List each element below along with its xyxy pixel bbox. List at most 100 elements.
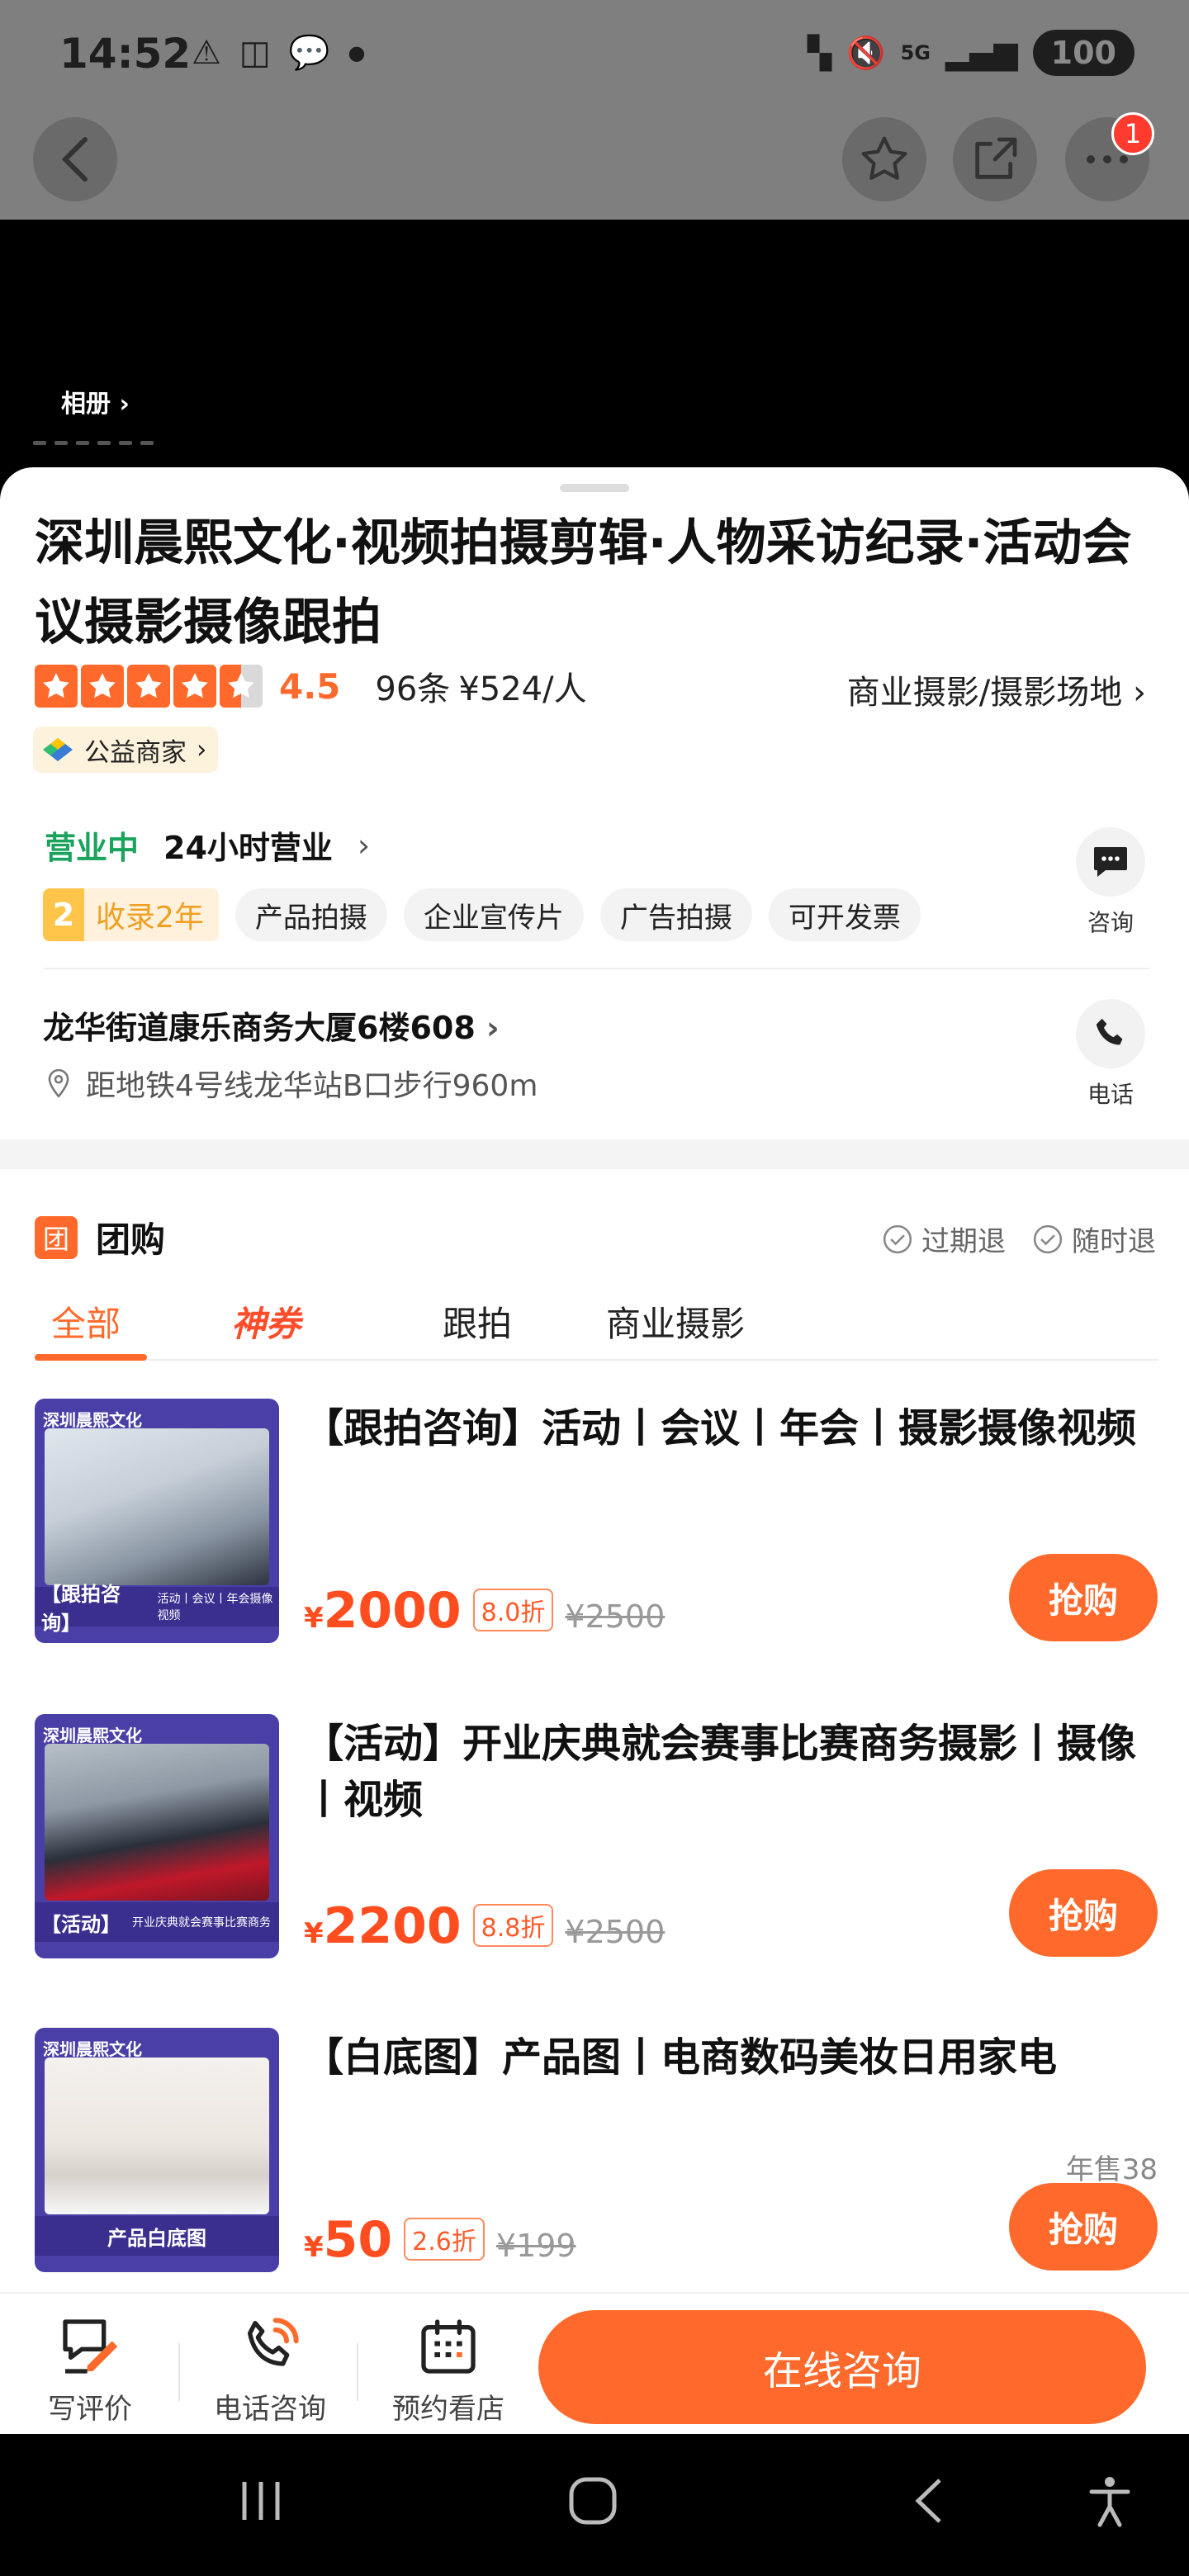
original-price: ¥2500 xyxy=(565,1914,666,1950)
price-value: 50 xyxy=(323,2211,393,2269)
sim-icon: ◫ xyxy=(239,33,271,72)
deal-thumbnail: 深圳晨熙文化 【跟拍咨询】 活动丨会议丨年会摄像视频 xyxy=(35,1399,279,1643)
chevron-right-icon: › xyxy=(1133,674,1146,712)
section-separator xyxy=(0,1139,1189,1169)
share-button[interactable] xyxy=(953,117,1037,201)
listed-years-tag: 2 收录2年 xyxy=(43,888,219,941)
rating-score: 4.5 xyxy=(279,665,341,707)
deal-item[interactable]: 深圳晨熙文化 产品白底图 【白底图】产品图丨电商数码美妆日用家电 年售38 ¥5… xyxy=(35,2028,1158,2275)
edit-review-icon xyxy=(63,2319,118,2374)
buy-button[interactable]: 抢购 xyxy=(1009,1869,1158,1957)
sheet-handle[interactable] xyxy=(560,484,629,492)
tab-commercial-photo[interactable]: 商业摄影 xyxy=(606,1285,821,1359)
chevron-right-icon: › xyxy=(486,1010,500,1046)
deal-item[interactable]: 深圳晨熙文化 【跟拍咨询】 活动丨会议丨年会摄像视频 【跟拍咨询】 活动丨会议丨年… xyxy=(35,1399,1158,1646)
annual-sales: 年售38 xyxy=(1065,2153,1158,2186)
deal-title: 【活动】开业庆典就会赛事比赛商务摄影丨摄像丨视频 xyxy=(304,1721,1137,1823)
discount-badge: 8.8折 xyxy=(472,1904,554,1947)
home-icon xyxy=(569,2477,617,2525)
system-nav-bar xyxy=(0,2434,1189,2576)
shop-title: 深圳晨熙文化·视频拍摄剪辑·人物采访纪录·活动会议摄影摄像跟拍 xyxy=(35,514,1132,651)
business-hours: 24小时营业 xyxy=(163,830,333,866)
refund-anytime-label: 随时退 xyxy=(1072,1225,1156,1258)
thumb-tag: 【跟拍咨询】 xyxy=(41,1583,121,1635)
write-review-label: 写评价 xyxy=(48,2393,132,2426)
deal-tabs: 全部 神券 跟拍 商业摄影 xyxy=(35,1285,1158,1361)
recent-apps-icon xyxy=(242,2482,280,2520)
recent-apps-button[interactable] xyxy=(236,2472,286,2533)
mute-icon: 🔇 xyxy=(846,34,886,71)
check-circle-icon xyxy=(1033,1224,1063,1253)
tab-follow-shoot[interactable]: 跟拍 xyxy=(443,1285,606,1359)
address-text: 龙华街道康乐商务大厦6楼608 xyxy=(43,1010,476,1046)
tab-all[interactable]: 全部 xyxy=(35,1285,231,1361)
calendar-icon xyxy=(421,2319,476,2374)
online-consult-button[interactable]: 在线咨询 xyxy=(538,2310,1146,2424)
price-row: ¥50 2.6折 ¥199 xyxy=(304,2211,576,2269)
system-back-button[interactable] xyxy=(908,2472,950,2533)
deal-title: 【白底图】产品图丨电商数码美妆日用家电 xyxy=(304,2034,1058,2081)
status-time: 14:52 xyxy=(59,30,192,78)
dot-icon: ● xyxy=(348,40,366,64)
thumb-tag: 【活动】 xyxy=(41,1912,121,1936)
thumb-sub: 活动丨会议丨年会摄像视频 xyxy=(157,1593,273,1622)
feature-tag: 产品拍摄 xyxy=(234,888,387,941)
diamond-logo-icon xyxy=(43,738,73,761)
accessibility-icon xyxy=(1089,2477,1130,2527)
charity-badge[interactable]: 公益商家 › xyxy=(33,727,219,773)
chevron-right-icon: › xyxy=(357,826,371,864)
refund-expired-label: 过期退 xyxy=(921,1225,1006,1258)
price-per-person: ¥524/人 xyxy=(458,670,587,708)
original-price: ¥199 xyxy=(495,2228,576,2264)
album-label: 相册 xyxy=(61,390,111,419)
book-visit-button[interactable]: 预约看店 xyxy=(370,2312,527,2427)
address-link[interactable]: 龙华街道康乐商务大厦6楼608 › xyxy=(43,1002,500,1048)
original-price: ¥2500 xyxy=(565,1598,666,1635)
chevron-right-icon: › xyxy=(197,735,207,765)
thumb-tag: 产品白底图 xyxy=(107,2226,206,2250)
consult-label: 咨询 xyxy=(1087,909,1134,936)
buy-button[interactable]: 抢购 xyxy=(1009,1554,1158,1641)
chat-bubble-icon xyxy=(1094,847,1127,877)
refund-policies: 过期退 随时退 xyxy=(882,1219,1156,1259)
phone-consult-button[interactable]: 电话咨询 xyxy=(192,2312,348,2427)
deal-price: ¥2200 xyxy=(304,1897,462,1955)
thumb-photo xyxy=(45,1744,269,1901)
tab-shenquan[interactable]: 神券 xyxy=(231,1285,443,1359)
write-review-button[interactable]: 写评价 xyxy=(12,2312,168,2427)
phone-icon xyxy=(1096,1018,1123,1045)
storage-icon: ▚ xyxy=(808,35,832,71)
discount-badge: 2.6折 xyxy=(404,2218,485,2261)
hero-album[interactable]: 相册 › xyxy=(0,220,1189,484)
favorite-button[interactable] xyxy=(842,117,926,201)
thumb-brand: 深圳晨熙文化 xyxy=(43,1410,142,1430)
buy-button[interactable]: 抢购 xyxy=(1009,2183,1158,2271)
album-link[interactable]: 相册 › xyxy=(61,383,130,419)
separator xyxy=(178,2343,180,2401)
phone-consult-label: 电话咨询 xyxy=(214,2393,326,2426)
feature-tag: 企业宣传片 xyxy=(403,888,584,941)
consult-side-button[interactable]: 咨询 xyxy=(1065,827,1156,938)
divider xyxy=(43,968,1149,969)
feature-tag: 可开发票 xyxy=(768,888,921,941)
shop-detail-sheet: 深圳晨熙文化·视频拍摄剪辑·人物采访纪录·活动会议摄影摄像跟拍 4.5 96条 … xyxy=(0,467,1189,2292)
back-button[interactable] xyxy=(33,117,117,201)
category-link[interactable]: 商业摄影/摄影场地 › xyxy=(847,665,1146,713)
top-nav: 1 xyxy=(0,112,1189,220)
location-pin-icon xyxy=(48,1068,69,1098)
group-buy-title: 团购 xyxy=(96,1219,166,1260)
message-icon: 💬 xyxy=(288,34,330,72)
call-side-button[interactable]: 电话 xyxy=(1065,999,1156,1110)
separator xyxy=(357,2343,358,2401)
rating-row[interactable]: 4.5 96条 ¥524/人 xyxy=(35,662,587,710)
star-outline-icon xyxy=(861,136,907,180)
status-bar: 14:52 ⚠ ◫ 💬 ● ▚ 🔇 5G ▂▄▆ 100 xyxy=(0,0,1189,112)
deal-item[interactable]: 深圳晨熙文化 【活动】 开业庆典就会赛事比赛商务 【活动】开业庆典就会赛事比赛商… xyxy=(35,1714,1158,1962)
home-button[interactable] xyxy=(566,2472,619,2533)
business-hours-row[interactable]: 营业中 24小时营业 › xyxy=(45,822,370,868)
star-icon xyxy=(35,665,78,708)
accessibility-button[interactable] xyxy=(1087,2472,1133,2533)
charity-label: 公益商家 xyxy=(84,737,187,768)
currency: ¥ xyxy=(304,1602,324,1635)
thumb-brand: 深圳晨熙文化 xyxy=(43,1726,142,1745)
